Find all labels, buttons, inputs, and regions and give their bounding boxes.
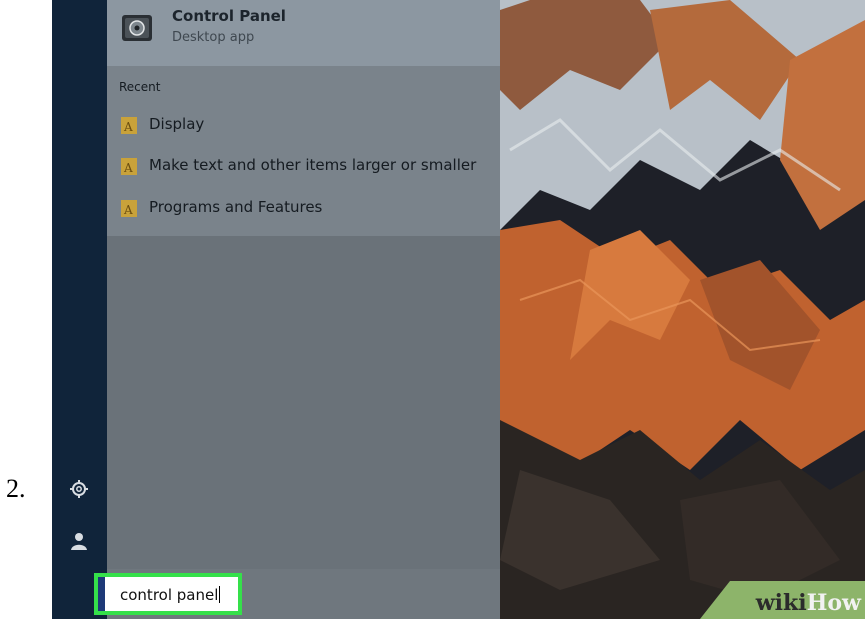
recent-item-text-size[interactable]: A Make text and other items larger or sm… bbox=[107, 151, 500, 181]
svg-text:A: A bbox=[123, 161, 133, 175]
mountain-wallpaper bbox=[500, 0, 865, 619]
best-match-subtitle: Desktop app bbox=[172, 30, 255, 45]
text-caret bbox=[219, 586, 221, 603]
settings-page-icon: A bbox=[121, 200, 137, 217]
watermark-how: How bbox=[806, 590, 861, 616]
settings-page-icon: A bbox=[121, 158, 137, 175]
recent-item-programs[interactable]: A Programs and Features bbox=[107, 193, 500, 223]
svg-text:A: A bbox=[123, 120, 133, 134]
step-number: 2. bbox=[6, 474, 26, 503]
user-icon[interactable] bbox=[69, 531, 89, 551]
gear-icon[interactable] bbox=[69, 479, 89, 499]
control-panel-icon bbox=[122, 15, 152, 41]
wikihow-watermark: wikiHow bbox=[700, 581, 865, 619]
windows-start-search-screenshot: Control Panel Desktop app Recent A Displ… bbox=[52, 0, 865, 619]
svg-text:A: A bbox=[123, 203, 133, 217]
best-match-control-panel[interactable]: Control Panel Desktop app bbox=[107, 0, 500, 66]
settings-page-icon: A bbox=[121, 117, 137, 134]
recent-section: Recent A Display A Make text and other i… bbox=[107, 66, 500, 236]
search-results-panel: Control Panel Desktop app Recent A Displ… bbox=[107, 0, 500, 619]
search-input[interactable]: control panel bbox=[94, 573, 242, 615]
recent-item-label: Programs and Features bbox=[149, 198, 323, 216]
recent-heading: Recent bbox=[119, 80, 161, 94]
watermark-text: wikiHow bbox=[756, 590, 861, 616]
search-input-value: control panel bbox=[120, 586, 221, 604]
best-match-title: Control Panel bbox=[172, 7, 286, 25]
recent-item-display[interactable]: A Display bbox=[107, 110, 500, 140]
search-box-accent bbox=[98, 577, 105, 611]
watermark-wiki: wiki bbox=[755, 590, 807, 616]
start-rail bbox=[52, 0, 107, 619]
recent-item-label: Display bbox=[149, 115, 205, 133]
recent-item-label: Make text and other items larger or smal… bbox=[149, 156, 477, 174]
